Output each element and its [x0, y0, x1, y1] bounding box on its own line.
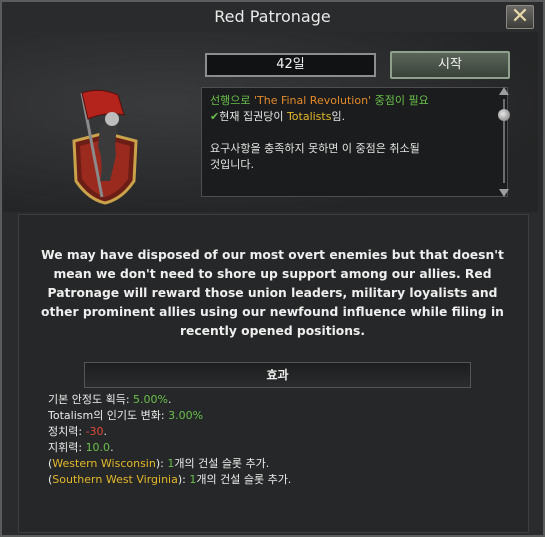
state1-mid: ): [155, 457, 168, 470]
political-power-value: -30 [85, 425, 104, 438]
effects-header: 효과 [84, 362, 471, 388]
ruling-party-prefix: 현재 집권당이 [219, 110, 287, 123]
scroll-thumb[interactable] [498, 109, 510, 121]
cancel-warning-line1: 요구사항을 충족하지 못하면 이 중점은 취소될 [210, 142, 420, 155]
prerequisite-focus-name: 'The Final Revolution' [253, 94, 372, 107]
cancel-warning-line2: 것입니다. [210, 158, 254, 171]
close-icon: ✕ [510, 4, 530, 29]
stability-end: . [168, 393, 172, 406]
check-icon: ✔ [210, 110, 220, 123]
stability-value: 5.00% [133, 393, 168, 406]
state2-tail: 개의 건설 슬롯 추가. [196, 473, 292, 486]
command-power-label: 지휘력: [48, 441, 86, 454]
state2-name[interactable]: Southern West Virginia [52, 473, 178, 486]
ruling-party-ideology: Totalists [286, 110, 332, 123]
effect-popularity: Totalism의 인기도 변화: 3.00% [48, 408, 508, 424]
prerequisite-prefix: 선행으로 [210, 94, 254, 107]
effect-building-slot-southern-west-virginia: (Southern West Virginia): 1개의 건설 슬롯 추가. [48, 472, 508, 488]
requirements-scrollbar[interactable] [497, 87, 511, 197]
state1-tail: 개의 건설 슬롯 추가. [174, 457, 270, 470]
requirements-panel: 선행으로 'The Final Revolution' 중점이 필요 ✔현재 집… [201, 87, 508, 197]
political-power-end: . [103, 425, 108, 438]
state1-name[interactable]: Western Wisconsin [52, 457, 156, 470]
ruling-party-suffix: 임. [331, 110, 346, 123]
stability-label: 기본 안정도 획득: [48, 393, 134, 406]
window-title: Red Patronage [214, 7, 331, 26]
political-power-label: 정치력: [48, 425, 86, 438]
effect-stability: 기본 안정도 획득: 5.00%. [48, 392, 508, 408]
ruling-party-line: ✔현재 집권당이 Totalists임. [210, 109, 499, 125]
days-remaining: 42일 [205, 53, 376, 77]
command-power-end: . [110, 441, 114, 454]
effects-list: 기본 안정도 획득: 5.00%. Totalism의 인기도 변화: 3.00… [48, 392, 508, 488]
start-button[interactable]: 시작 [390, 51, 510, 79]
effect-building-slot-western-wisconsin: (Western Wisconsin): 1개의 건설 슬롯 추가. [48, 456, 508, 472]
popularity-label: Totalism의 인기도 변화: [48, 409, 169, 422]
red-flag-shield-icon [72, 89, 138, 205]
prerequisite-line: 선행으로 'The Final Revolution' 중점이 필요 [210, 93, 499, 109]
effect-command-power: 지휘력: 10.0. [48, 440, 508, 456]
command-power-value: 10.0 [85, 441, 111, 454]
scroll-down-arrow-icon[interactable] [499, 189, 509, 197]
state2-mid: ): [177, 473, 190, 486]
effect-political-power: 정치력: -30. [48, 424, 508, 440]
focus-description: We may have disposed of our most overt e… [41, 248, 504, 338]
scroll-up-arrow-icon[interactable] [499, 87, 509, 95]
popularity-value: 3.00% [168, 409, 204, 422]
close-button[interactable]: ✕ [506, 5, 534, 29]
prerequisite-suffix: 중점이 필요 [371, 94, 429, 107]
